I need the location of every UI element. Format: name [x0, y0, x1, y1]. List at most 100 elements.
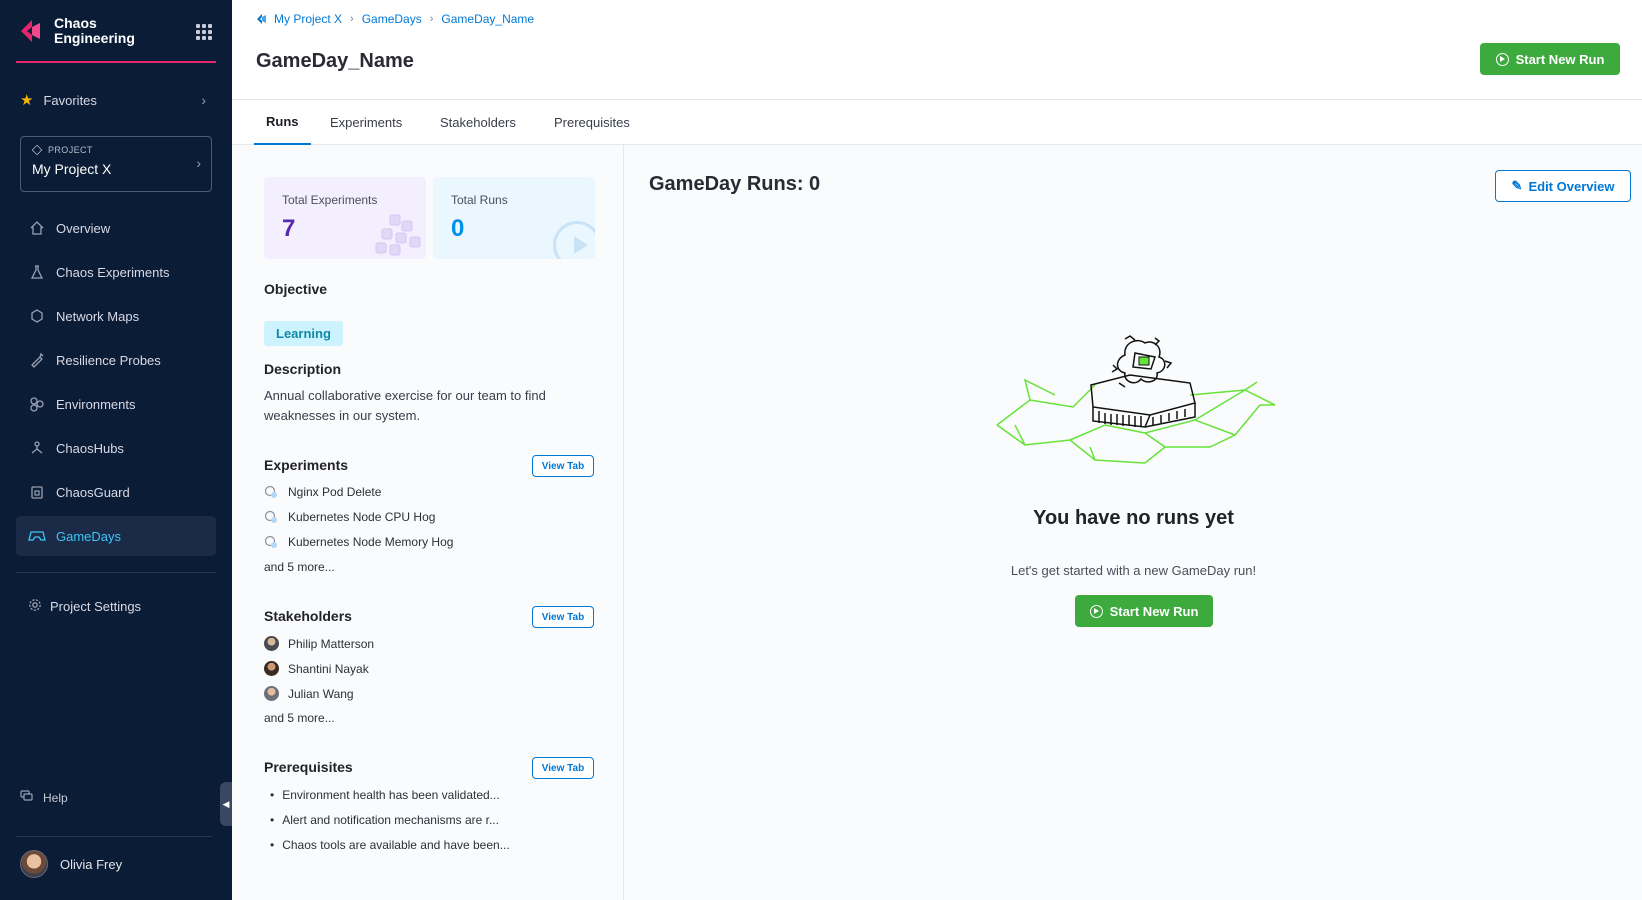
tab-experiments[interactable]: Experiments — [330, 100, 402, 145]
list-item: Kubernetes Node Memory Hog — [264, 535, 453, 549]
sidebar-item-overview[interactable]: Overview — [16, 208, 216, 248]
gear-icon — [28, 598, 42, 615]
chevron-right-icon: › — [196, 155, 201, 171]
empty-state-title: You have no runs yet — [1033, 507, 1234, 529]
help-label: Help — [43, 790, 68, 805]
brand[interactable]: Chaos Engineering — [18, 16, 135, 46]
stakeholder-name: Philip Matterson — [288, 636, 375, 651]
experiments-view-tab-button[interactable]: View Tab — [532, 455, 594, 477]
stakeholder-name: Shantini Nayak — [288, 661, 369, 676]
pencil-icon: ✎ — [1511, 178, 1523, 193]
experiments-more-link[interactable]: and 5 more... — [264, 560, 335, 574]
sidebar-item-label: Overview — [56, 220, 111, 236]
brand-divider — [16, 61, 216, 63]
breadcrumb: My Project X › GameDays › GameDay_Name — [256, 12, 534, 26]
list-item: Philip Matterson — [264, 636, 374, 651]
sidebar-item-label: ChaosHubs — [56, 440, 124, 456]
sidebar-nav: Overview Chaos Experiments Network Maps … — [16, 208, 216, 560]
breadcrumb-project[interactable]: My Project X — [274, 12, 342, 26]
empty-state-subtitle: Let's get started with a new GameDay run… — [1010, 563, 1257, 578]
user-profile[interactable]: Olivia Frey — [20, 850, 122, 878]
prerequisite-item: Chaos tools are available and have been.… — [270, 838, 510, 852]
favorites-label: Favorites — [43, 92, 97, 108]
app-grid-icon[interactable] — [196, 24, 212, 40]
experiments-title: Experiments — [264, 457, 349, 473]
breadcrumb-gameday[interactable]: GameDay_Name — [441, 12, 534, 26]
sidebar-collapse-button[interactable]: ◀ — [220, 782, 232, 826]
help-icon — [20, 790, 33, 805]
project-name: My Project X — [32, 161, 112, 177]
sidebar-item-chaoshubs[interactable]: ChaosHubs — [16, 428, 216, 468]
sidebar-item-network-maps[interactable]: Network Maps — [16, 296, 216, 336]
sidebar-item-project-settings[interactable]: Project Settings — [16, 590, 216, 622]
sidebar-item-resilience-probes[interactable]: Resilience Probes — [16, 340, 216, 380]
experiment-name: Kubernetes Node Memory Hog — [288, 535, 454, 549]
project-icon — [257, 14, 266, 24]
list-item: Shantini Nayak — [264, 661, 369, 676]
experiment-name: Nginx Pod Delete — [288, 485, 382, 499]
stakeholder-name: Julian Wang — [288, 686, 354, 701]
experiment-icon — [264, 510, 277, 523]
settings-label: Project Settings — [50, 598, 142, 614]
probe-icon — [28, 351, 46, 369]
tab-prerequisites[interactable]: Prerequisites — [554, 100, 630, 145]
prerequisites-view-tab-button[interactable]: View Tab — [532, 757, 594, 779]
sidebar-item-label: ChaosGuard — [56, 484, 130, 500]
objective-badge: Learning — [264, 321, 343, 346]
overview-panel: Total Experiments 7 Total Runs 0 Objecti… — [232, 145, 624, 900]
avatar — [264, 661, 279, 676]
sidebar-item-label: GameDays — [56, 528, 122, 544]
chevron-right-icon: › — [350, 13, 354, 25]
chevron-right-icon: › — [201, 92, 206, 108]
guard-icon — [28, 483, 46, 501]
sidebar-item-environments[interactable]: Environments — [16, 384, 216, 424]
breadcrumb-gamedays[interactable]: GameDays — [362, 12, 422, 26]
tab-stakeholders[interactable]: Stakeholders — [440, 100, 516, 145]
prerequisites-title: Prerequisites — [264, 759, 353, 775]
avatar — [264, 686, 279, 701]
star-icon: ★ — [20, 92, 34, 109]
stakeholders-view-tab-button[interactable]: View Tab — [532, 606, 594, 628]
sidebar-item-label: Network Maps — [56, 308, 140, 324]
start-new-run-label: Start New Run — [1109, 603, 1199, 619]
help-link[interactable]: Help — [20, 790, 68, 805]
edit-overview-label: Edit Overview — [1528, 178, 1615, 194]
total-runs-card: Total Runs 0 — [433, 177, 595, 259]
sidebar-item-gamedays[interactable]: GameDays — [16, 516, 216, 556]
start-new-run-label: Start New Run — [1515, 51, 1605, 67]
total-experiments-card: Total Experiments 7 — [264, 177, 426, 259]
sidebar-item-chaosguard[interactable]: ChaosGuard — [16, 472, 216, 512]
play-icon — [1495, 52, 1509, 66]
brand-name: Chaos Engineering — [54, 16, 135, 46]
favorites-menu[interactable]: ★ Favorites › — [16, 84, 216, 116]
chevron-left-icon: ◀ — [222, 798, 230, 809]
empty-start-new-run-button[interactable]: Start New Run — [1075, 595, 1213, 627]
prerequisite-item: Environment health has been validated... — [270, 788, 499, 802]
runs-title: GameDay Runs: 0 — [649, 173, 821, 195]
edit-overview-button[interactable]: ✎ Edit Overview — [1495, 170, 1631, 202]
brand-line2: Engineering — [54, 30, 135, 46]
nav-divider — [16, 572, 216, 573]
start-new-run-button[interactable]: Start New Run — [1480, 43, 1620, 75]
cube-icon — [31, 144, 43, 156]
play-icon — [1089, 604, 1103, 618]
user-divider — [16, 836, 212, 837]
project-selector[interactable]: PROJECT My Project X › — [20, 136, 212, 192]
gamepad-icon — [28, 527, 46, 545]
brand-line1: Chaos — [54, 15, 97, 31]
hexagon-icon — [28, 307, 46, 325]
project-label: PROJECT — [31, 144, 200, 156]
description-title: Description — [264, 361, 342, 377]
experiment-icon — [264, 485, 277, 498]
sidebar-item-chaos-experiments[interactable]: Chaos Experiments — [16, 252, 216, 292]
chaos-logo-icon — [21, 20, 40, 42]
tab-runs[interactable]: Runs — [254, 100, 311, 145]
stakeholders-more-link[interactable]: and 5 more... — [264, 711, 335, 725]
sidebar-item-label: Chaos Experiments — [56, 264, 170, 280]
environments-icon — [28, 395, 46, 413]
stat-label: Total Runs — [451, 193, 508, 207]
runs-panel: GameDay Runs: 0 ✎ Edit Overview You have… — [625, 145, 1642, 900]
home-icon — [28, 219, 46, 237]
avatar — [20, 850, 48, 878]
chevron-right-icon: › — [429, 13, 434, 25]
